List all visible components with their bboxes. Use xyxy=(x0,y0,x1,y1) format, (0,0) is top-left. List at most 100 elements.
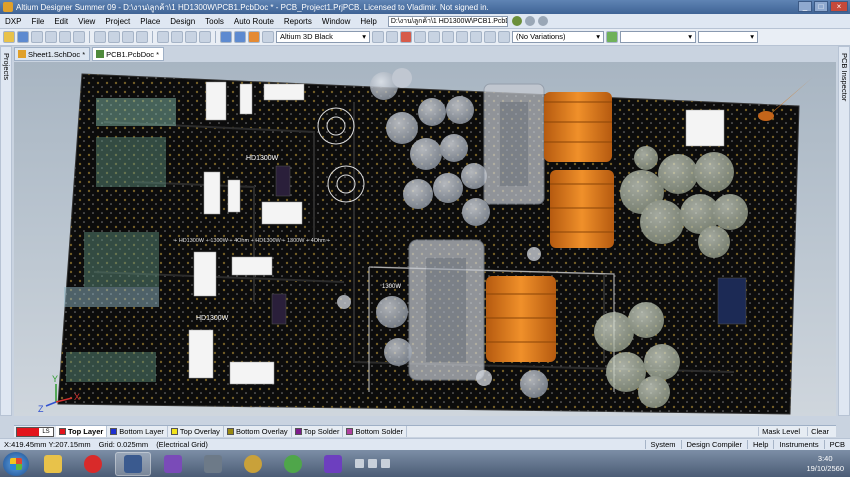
clear-button[interactable]: Clear xyxy=(807,427,832,436)
highlight-icon[interactable] xyxy=(248,31,260,43)
zoom-selected-icon[interactable] xyxy=(73,31,85,43)
cursor-coordinates: X:419.45mm Y:207.15mm xyxy=(4,440,91,449)
via-icon[interactable] xyxy=(442,31,454,43)
variant-manager-icon[interactable] xyxy=(606,31,618,43)
network-icon[interactable] xyxy=(355,459,364,468)
undo-icon[interactable] xyxy=(220,31,232,43)
tab-sheet1-schdoc[interactable]: Sheet1.SchDoc * xyxy=(14,47,91,61)
pcb-panel-button[interactable]: PCB xyxy=(823,440,850,449)
pad-icon[interactable] xyxy=(428,31,440,43)
menu-project[interactable]: Project xyxy=(100,17,135,26)
route-icon[interactable] xyxy=(386,31,398,43)
layer-tab-bottom-solder[interactable]: Bottom Solder xyxy=(343,426,408,437)
document-path-field[interactable]: D:\งาน\ลูกค้า\1 HD1300W\PCB1.PcbDoc xyxy=(387,15,508,27)
menu-tools[interactable]: Tools xyxy=(200,17,229,26)
menu-reports[interactable]: Reports xyxy=(279,17,317,26)
status-bar: X:419.45mm Y:207.15mm Grid: 0.025mm (Ele… xyxy=(0,438,850,450)
grid-size: Grid: 0.025mm xyxy=(98,440,149,449)
chevron-down-icon: ▾ xyxy=(688,32,692,41)
close-button[interactable]: × xyxy=(830,1,848,12)
taskbar-visual-studio[interactable] xyxy=(155,452,191,476)
variations-select[interactable]: (No Variations) ▾ xyxy=(512,31,604,43)
utorrent-app-icon xyxy=(284,454,302,473)
filter-select[interactable]: ▾ xyxy=(620,31,696,43)
menu-file[interactable]: File xyxy=(26,17,49,26)
save-icon[interactable] xyxy=(17,31,29,43)
system-panel-button[interactable]: System xyxy=(644,440,681,449)
layer-tab-label: Top Overlay xyxy=(179,426,220,436)
rules-icon[interactable] xyxy=(262,31,274,43)
taskbar-altium[interactable] xyxy=(115,451,151,476)
layer-stack-icon[interactable] xyxy=(372,31,384,43)
move-icon[interactable] xyxy=(171,31,183,43)
fill-icon[interactable] xyxy=(456,31,468,43)
cut-icon[interactable] xyxy=(94,31,106,43)
axis-label-y: Y xyxy=(52,374,58,384)
layer-color-swatch xyxy=(110,428,118,435)
zoom-fit-icon[interactable] xyxy=(45,31,57,43)
menu-edit[interactable]: Edit xyxy=(49,17,73,26)
view-configuration-select[interactable]: Altium 3D Black ▾ xyxy=(276,31,370,43)
layer-tabs-bar: LS Top Layer Bottom Layer Top Overlay Bo… xyxy=(14,425,836,437)
go-icon[interactable] xyxy=(511,16,522,26)
deselect-icon[interactable] xyxy=(185,31,197,43)
cross-probe-icon[interactable] xyxy=(199,31,211,43)
pcb-3d-view[interactable]: HD1300W HD1300W 1300W + HD1300W + 1300W … xyxy=(14,62,836,416)
volume-icon[interactable] xyxy=(368,459,377,468)
string-icon[interactable] xyxy=(484,31,496,43)
taskbar-paint[interactable] xyxy=(235,452,271,476)
print-icon[interactable] xyxy=(31,31,43,43)
flag-icon[interactable] xyxy=(381,459,390,468)
menu-auto-route[interactable]: Auto Route xyxy=(229,17,279,26)
paint-app-icon xyxy=(244,454,262,473)
paste-icon[interactable] xyxy=(122,31,134,43)
layer-tab-bottom-overlay[interactable]: Bottom Overlay xyxy=(224,426,292,437)
rubber-stamp-icon[interactable] xyxy=(136,31,148,43)
copy-icon[interactable] xyxy=(108,31,120,43)
menu-place[interactable]: Place xyxy=(135,17,165,26)
back-icon[interactable] xyxy=(524,16,535,26)
menu-design[interactable]: Design xyxy=(165,17,200,26)
menu-window[interactable]: Window xyxy=(317,17,355,26)
mask-level-button[interactable]: Mask Level xyxy=(758,427,803,436)
toolbar-divider xyxy=(152,31,153,43)
minimize-button[interactable]: _ xyxy=(798,1,812,12)
arc-icon[interactable] xyxy=(414,31,426,43)
forward-icon[interactable] xyxy=(537,16,548,26)
layer-tab-label: Bottom Solder xyxy=(355,426,404,436)
help-panel-button[interactable]: Help xyxy=(746,440,773,449)
transformer-bobbin-bottom xyxy=(408,239,485,381)
layer-tab-top-solder[interactable]: Top Solder xyxy=(292,426,344,437)
maximize-button[interactable]: □ xyxy=(814,1,828,12)
menu-view[interactable]: View xyxy=(73,17,100,26)
start-button[interactable] xyxy=(3,451,29,476)
layer-tab-top-overlay[interactable]: Top Overlay xyxy=(168,426,224,437)
mask-select[interactable]: ▾ xyxy=(698,31,758,43)
layer-tab-top-layer[interactable]: Top Layer xyxy=(56,426,108,437)
current-layer-color[interactable]: LS xyxy=(16,426,54,437)
visual-studio-app-icon xyxy=(164,454,182,473)
taskbar-clock[interactable]: 3:40 19/10/2560 xyxy=(806,454,844,474)
taskbar-opera[interactable] xyxy=(75,452,111,476)
projects-panel-tab[interactable]: Projects xyxy=(0,46,12,416)
taskbar-calculator[interactable] xyxy=(195,452,231,476)
calculator-app-icon xyxy=(204,454,222,473)
interactive-route-icon[interactable] xyxy=(400,31,412,43)
layer-tab-bottom-layer[interactable]: Bottom Layer xyxy=(107,426,168,437)
component-icon[interactable] xyxy=(498,31,510,43)
open-folder-icon[interactable] xyxy=(3,31,15,43)
tab-pcb1-pcbdoc[interactable]: PCB1.PcbDoc * xyxy=(92,47,165,61)
taskbar-twitch[interactable] xyxy=(315,452,351,476)
menu-dxp[interactable]: DXP xyxy=(0,17,26,26)
select-area-icon[interactable] xyxy=(157,31,169,43)
taskbar-explorer[interactable] xyxy=(35,452,71,476)
design-compiler-panel-button[interactable]: Design Compiler xyxy=(680,440,747,449)
taskbar-utorrent[interactable] xyxy=(275,452,311,476)
menu-help[interactable]: Help xyxy=(355,17,381,26)
polygon-icon[interactable] xyxy=(470,31,482,43)
pcb-inspector-panel-tab[interactable]: PCB Inspector xyxy=(838,46,850,416)
zoom-area-icon[interactable] xyxy=(59,31,71,43)
redo-icon[interactable] xyxy=(234,31,246,43)
instruments-panel-button[interactable]: Instruments xyxy=(773,440,823,449)
transformer-bobbin-top xyxy=(483,83,545,205)
